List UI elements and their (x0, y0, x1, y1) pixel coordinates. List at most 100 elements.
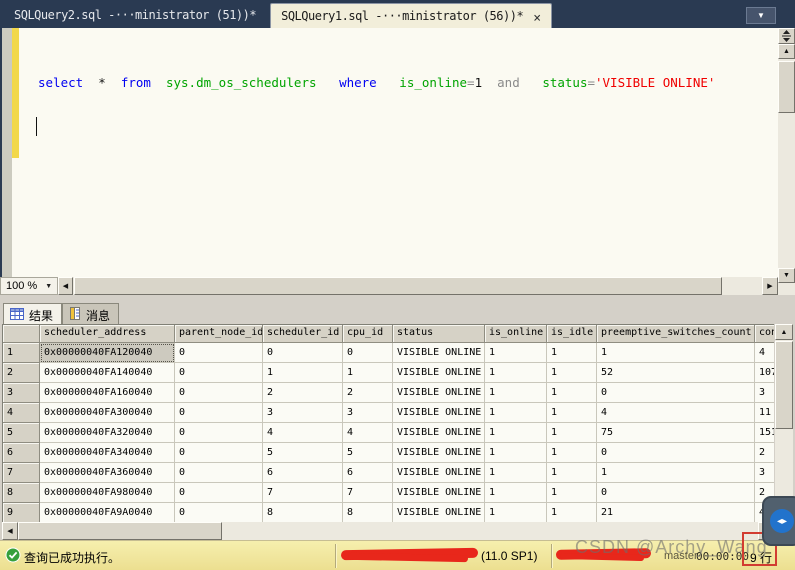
grid-cell[interactable]: 107 (755, 363, 774, 383)
grid-cell[interactable]: 3 (755, 383, 774, 403)
grid-cell[interactable]: VISIBLE ONLINE (393, 383, 485, 403)
grid-cell[interactable]: 1 (597, 343, 755, 363)
teamviewer-overlay-icon[interactable]: ◂▸ (762, 496, 795, 546)
grid-cell[interactable]: 8 (343, 503, 393, 522)
grid-vscroll-thumb[interactable] (775, 341, 793, 429)
grid-hscroll-thumb[interactable] (18, 522, 222, 540)
grid-cell[interactable]: 1 (547, 403, 597, 423)
grid-column-header[interactable]: scheduler_address (40, 325, 175, 343)
grid-cell[interactable]: 5 (343, 443, 393, 463)
grid-cell[interactable]: 7 (343, 483, 393, 503)
grid-cell[interactable]: 0 (175, 363, 263, 383)
row-header[interactable]: 1 (3, 343, 40, 363)
grid-cell[interactable]: 1 (547, 383, 597, 403)
grid-cell[interactable]: 2 (263, 383, 343, 403)
grid-cell[interactable]: VISIBLE ONLINE (393, 363, 485, 383)
grid-cell[interactable]: VISIBLE ONLINE (393, 483, 485, 503)
grid-cell[interactable]: 4 (263, 423, 343, 443)
sql-query-line[interactable]: select * from sys.dm_os_schedulers where… (38, 75, 715, 90)
grid-cell[interactable]: 0x00000040FA360040 (40, 463, 175, 483)
scroll-up-button[interactable]: ▲ (778, 44, 795, 59)
grid-vertical-scrollbar[interactable]: ▲ ▼ (775, 324, 793, 522)
grid-cell[interactable]: 0 (175, 463, 263, 483)
grid-cell[interactable]: VISIBLE ONLINE (393, 423, 485, 443)
grid-horizontal-scrollbar[interactable]: ◀ ▶ (2, 522, 774, 540)
editor-vertical-scrollbar[interactable]: ▲ ▼ (778, 28, 795, 283)
grid-cell[interactable]: 0 (263, 343, 343, 363)
grid-cell[interactable]: 52 (597, 363, 755, 383)
grid-cell[interactable]: 21 (597, 503, 755, 522)
scroll-up-button[interactable]: ▲ (775, 324, 793, 340)
editor-vscroll-thumb[interactable] (778, 61, 795, 113)
grid-cell[interactable]: 1 (547, 363, 597, 383)
grid-cell[interactable]: 0 (597, 383, 755, 403)
active-files-dropdown-button[interactable]: ▼ (746, 7, 776, 24)
grid-cell[interactable]: 1 (485, 363, 547, 383)
grid-cell[interactable]: 1 (547, 423, 597, 443)
grid-cell[interactable]: 1 (547, 343, 597, 363)
grid-cell[interactable]: 2 (755, 443, 774, 463)
grid-cell[interactable]: 1 (263, 363, 343, 383)
grid-cell[interactable]: 151 (755, 423, 774, 443)
close-icon[interactable]: × (533, 12, 540, 25)
row-header[interactable]: 2 (3, 363, 40, 383)
grid-corner-cell[interactable] (3, 325, 40, 343)
grid-column-header[interactable]: preemptive_switches_count (597, 325, 755, 343)
grid-cell[interactable]: 1 (485, 383, 547, 403)
grid-cell[interactable]: 1 (547, 483, 597, 503)
grid-cell[interactable]: 5 (263, 443, 343, 463)
row-header[interactable]: 5 (3, 423, 40, 443)
grid-cell[interactable]: 4 (755, 343, 774, 363)
grid-cell[interactable]: 1 (597, 463, 755, 483)
scroll-down-button[interactable]: ▼ (778, 268, 795, 283)
grid-cell[interactable]: 0 (175, 503, 263, 522)
scroll-right-button[interactable]: ▶ (762, 277, 778, 295)
grid-cell[interactable]: 0x00000040FA980040 (40, 483, 175, 503)
grid-cell[interactable]: 0x00000040FA120040 (40, 343, 175, 363)
document-tab-2[interactable]: SQLQuery1.sql -···ministrator (56))*× (270, 3, 551, 28)
pane-splitter[interactable] (0, 295, 795, 303)
grid-cell[interactable]: 0 (597, 483, 755, 503)
grid-cell[interactable]: 0 (175, 423, 263, 443)
editor-hscroll-thumb[interactable] (74, 277, 722, 295)
grid-cell[interactable]: 0x00000040FA340040 (40, 443, 175, 463)
grid-column-header[interactable]: status (393, 325, 485, 343)
grid-cell[interactable]: 1 (485, 463, 547, 483)
grid-cell[interactable]: VISIBLE ONLINE (393, 343, 485, 363)
grid-cell[interactable]: 0 (175, 443, 263, 463)
grid-cell[interactable]: VISIBLE ONLINE (393, 503, 485, 522)
grid-cell[interactable]: 3 (755, 463, 774, 483)
grid-column-header[interactable]: is_idle (547, 325, 597, 343)
grid-cell[interactable]: 1 (485, 483, 547, 503)
grid-cell[interactable]: 0x00000040FA160040 (40, 383, 175, 403)
grid-cell[interactable]: 1 (547, 463, 597, 483)
row-header[interactable]: 3 (3, 383, 40, 403)
grid-cell[interactable]: VISIBLE ONLINE (393, 403, 485, 423)
grid-cell[interactable]: 0x00000040FA140040 (40, 363, 175, 383)
grid-cell[interactable]: 1 (547, 503, 597, 522)
row-header[interactable]: 7 (3, 463, 40, 483)
grid-cell[interactable]: 0 (597, 443, 755, 463)
grid-cell[interactable]: 6 (343, 463, 393, 483)
grid-column-header[interactable]: parent_node_id (175, 325, 263, 343)
sql-editor[interactable]: select * from sys.dm_os_schedulers where… (0, 28, 778, 277)
grid-cell[interactable]: 3 (343, 403, 393, 423)
editor-zoom-select[interactable]: 100 % ▼ (0, 277, 58, 295)
grid-cell[interactable]: 7 (263, 483, 343, 503)
grid-cell[interactable]: 1 (485, 443, 547, 463)
results-tab-1[interactable]: 结果 (3, 303, 62, 324)
grid-cell[interactable]: 2 (343, 383, 393, 403)
grid-cell[interactable]: 0x00000040FA9A0040 (40, 503, 175, 522)
grid-cell[interactable]: 0x00000040FA320040 (40, 423, 175, 443)
grid-cell[interactable]: 11 (755, 403, 774, 423)
grid-cell[interactable]: 1 (485, 423, 547, 443)
grid-cell[interactable]: 1 (343, 363, 393, 383)
grid-column-header[interactable]: is_online (485, 325, 547, 343)
grid-cell[interactable]: 6 (263, 463, 343, 483)
grid-cell[interactable]: VISIBLE ONLINE (393, 463, 485, 483)
grid-cell[interactable]: 8 (263, 503, 343, 522)
grid-cell[interactable]: 0 (343, 343, 393, 363)
grid-cell[interactable]: 0 (175, 343, 263, 363)
grid-column-header[interactable]: cpu_id (343, 325, 393, 343)
grid-cell[interactable]: 1 (485, 503, 547, 522)
